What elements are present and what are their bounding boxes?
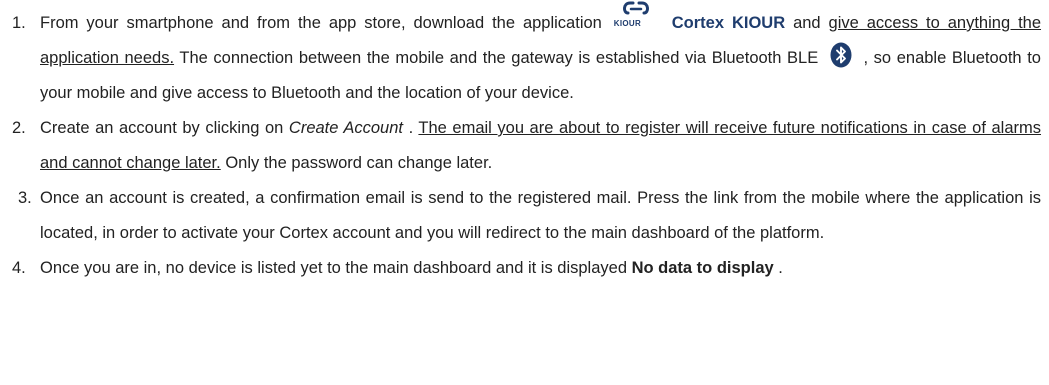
step-text: . [778,259,783,277]
step-text: . [408,119,419,137]
step-number: 2. [12,119,26,137]
step-text: Once an account is created, a confirmati… [40,189,1041,242]
step-item-2: 2. Create an account by clicking on Crea… [6,111,1041,181]
step-number: 4. [12,259,26,277]
step-text: Only the password can change later. [225,154,493,172]
step-number: 3. [18,189,32,207]
step-text: Once you are in, no device is listed yet… [40,259,632,277]
step-item-3: 3. Once an account is created, a confirm… [6,181,1041,251]
step-number: 1. [12,14,26,32]
step-text: From your smartphone and from the app st… [40,14,602,32]
bluetooth-icon [830,42,852,68]
setup-steps-list: 1. From your smartphone and from the app… [6,1,1041,286]
instructions-page: 1. From your smartphone and from the app… [0,0,1049,385]
step-text: The connection between the mobile and th… [179,49,819,67]
kiour-link-icon [622,1,649,15]
step-item-1: 1. From your smartphone and from the app… [6,1,1041,111]
step-text: Create an account by clicking on [40,119,289,137]
app-name: Cortex KIOUR [671,14,786,32]
logo-text: KIOUR [613,18,642,28]
step-item-4: 4. Once you are in, no device is listed … [6,251,1041,286]
kiour-app-logo: KIOUR [613,1,658,35]
create-account-label: Create Account [288,119,403,137]
no-data-label: No data to display [631,259,774,277]
step-text: and [793,14,829,32]
